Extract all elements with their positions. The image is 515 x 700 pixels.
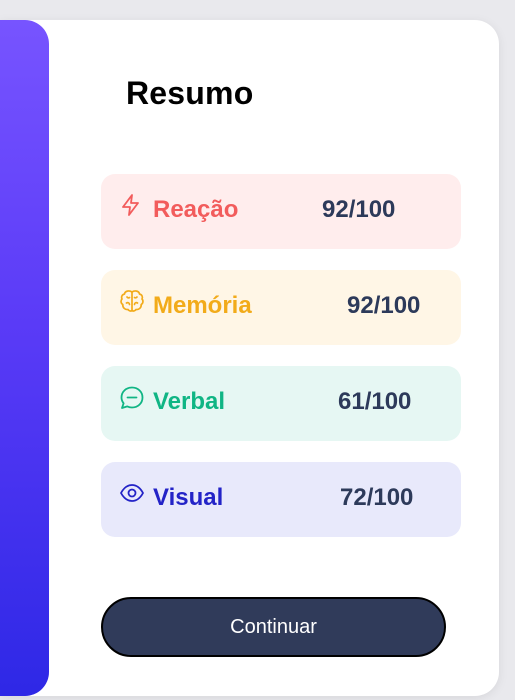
score-label: Visual xyxy=(153,484,224,511)
continue-button[interactable]: Continuar xyxy=(101,597,446,657)
score-value: 61/100 xyxy=(338,388,412,415)
accent-side-panel xyxy=(0,20,49,696)
score-row-visual: Visual 72/100 xyxy=(101,462,461,537)
score-label: Verbal xyxy=(153,388,226,415)
score-label: Memória xyxy=(153,292,252,319)
page-title: Resumo xyxy=(126,75,254,111)
brain-icon xyxy=(119,289,144,313)
score-row-verbal: Verbal 61/100 xyxy=(101,366,461,441)
chat-bubble-icon xyxy=(119,385,144,409)
summary-card: Resumo Reação 92/100 Memória 92/100 Verb… xyxy=(0,20,499,696)
score-value: 92/100 xyxy=(347,292,421,319)
score-label: Reação xyxy=(153,196,239,223)
score-row-memory: Memória 92/100 xyxy=(101,270,461,345)
eye-icon xyxy=(119,481,144,505)
score-row-reaction: Reação 92/100 xyxy=(101,174,461,249)
lightning-icon xyxy=(119,193,143,217)
score-value: 72/100 xyxy=(340,484,414,511)
score-value: 92/100 xyxy=(322,196,396,223)
